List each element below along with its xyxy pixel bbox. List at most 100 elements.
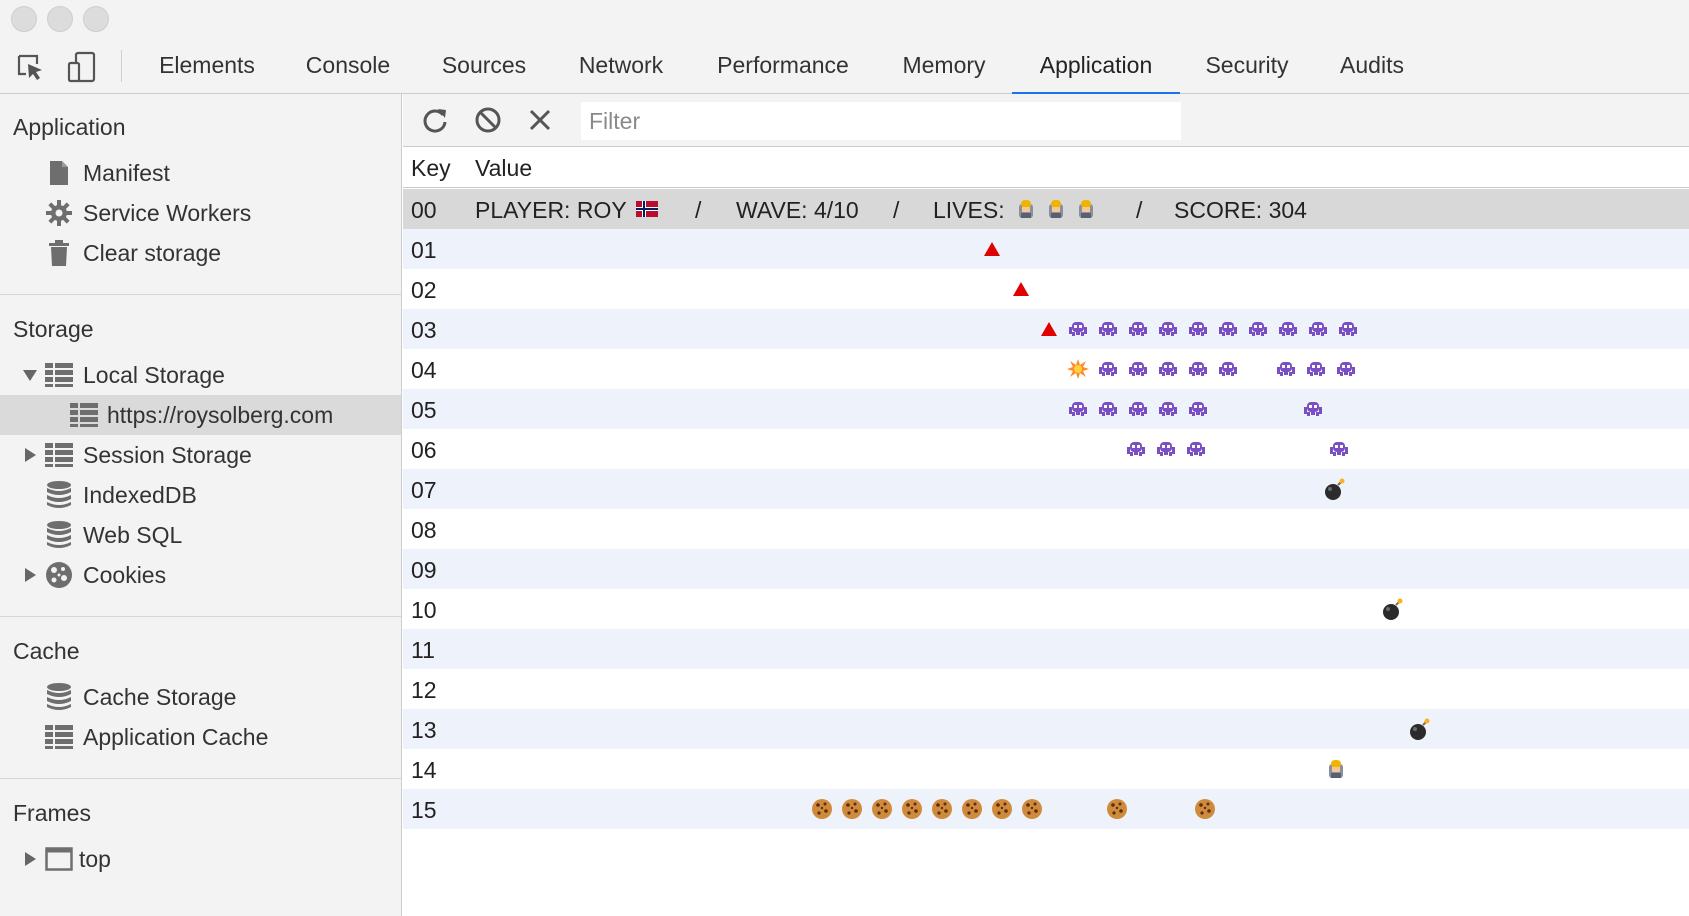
toolbar-divider (121, 50, 122, 82)
bomb-icon (1408, 718, 1430, 740)
alien-monster-icon (1277, 318, 1299, 340)
cookie-icon (1021, 798, 1043, 820)
sidebar-item-indexeddb[interactable]: IndexedDB (0, 475, 401, 515)
lives-label: LIVES: (933, 197, 1005, 223)
table-row[interactable]: 09 (403, 549, 1689, 589)
table-grid-icon (44, 360, 74, 390)
tab-sources[interactable]: Sources (416, 36, 552, 94)
tab-network[interactable]: Network (552, 36, 690, 94)
row-key: 06 (411, 437, 437, 463)
bomb-icon (1381, 598, 1403, 620)
sidebar-item-cache-storage[interactable]: Cache Storage (0, 677, 401, 717)
player-ship-icon (1015, 198, 1037, 220)
cookie-icon (1194, 798, 1216, 820)
cookie-icon (871, 798, 893, 820)
filter-input[interactable] (581, 102, 1181, 140)
player-ship-icon (1325, 758, 1347, 780)
separator: / (695, 197, 702, 223)
sidebar-item-frame-top[interactable]: top (0, 839, 401, 879)
table-row[interactable]: 08 (403, 509, 1689, 549)
window-title-bar (0, 0, 1689, 36)
alien-monster-icon (1217, 358, 1239, 380)
device-toolbar-icon[interactable] (65, 50, 99, 84)
cookie-icon (961, 798, 983, 820)
sidebar-item-clear-storage[interactable]: Clear storage (0, 233, 401, 273)
table-row[interactable]: 02 (403, 269, 1689, 309)
table-row[interactable]: 12 (403, 669, 1689, 709)
cookie-icon (841, 798, 863, 820)
expand-arrow-right-icon[interactable] (22, 447, 38, 463)
expand-arrow-down-icon[interactable] (22, 367, 38, 383)
gear-icon (44, 198, 74, 228)
sidebar-item-application-cache[interactable]: Application Cache (0, 717, 401, 757)
alien-monster-icon (1127, 398, 1149, 420)
sidebar-item-label: Cache Storage (83, 684, 237, 710)
table-row[interactable]: 10 (403, 589, 1689, 629)
sidebar-item-local-storage[interactable]: Local Storage (0, 355, 401, 395)
tab-security[interactable]: Security (1180, 36, 1314, 94)
row-key: 02 (411, 277, 437, 303)
table-row[interactable]: 06 (403, 429, 1689, 469)
tab-performance[interactable]: Performance (690, 36, 876, 94)
close-window-button[interactable] (11, 6, 37, 32)
sidebar-item-manifest[interactable]: Manifest (0, 153, 401, 193)
row-key: 09 (411, 557, 437, 583)
alien-monster-icon (1155, 438, 1177, 460)
row-key: 10 (411, 597, 437, 623)
inspect-element-icon[interactable] (13, 50, 47, 84)
sidebar-item-label: Local Storage (83, 362, 225, 388)
frame-window-icon (44, 844, 74, 874)
sidebar-item-websql[interactable]: Web SQL (0, 515, 401, 555)
row-key: 00 (411, 197, 437, 223)
section-title-storage: Storage (13, 316, 94, 342)
table-row[interactable]: 13 (403, 709, 1689, 749)
alien-monster-icon (1127, 318, 1149, 340)
database-icon (44, 520, 74, 550)
norway-flag-icon (636, 201, 658, 217)
storage-data-grid: Key Value 00 PLAYER: ROY / WAVE: 4/10 / … (403, 147, 1689, 916)
table-row[interactable]: 14 (403, 749, 1689, 789)
tab-application[interactable]: Application (1012, 36, 1180, 95)
tab-memory[interactable]: Memory (876, 36, 1012, 94)
sidebar-item-cookies[interactable]: Cookies (0, 555, 401, 595)
clear-all-icon[interactable] (472, 104, 504, 136)
delete-selected-icon[interactable] (524, 104, 556, 136)
zoom-window-button[interactable] (83, 6, 109, 32)
table-row[interactable]: 01 (403, 229, 1689, 269)
table-row[interactable]: 05 (403, 389, 1689, 429)
sidebar-item-label: Service Workers (83, 200, 252, 226)
column-header-key[interactable]: Key (411, 155, 451, 182)
alien-monster-icon (1097, 318, 1119, 340)
sidebar-item-label: Manifest (83, 160, 170, 186)
sidebar-item-label: Session Storage (83, 442, 252, 468)
separator: / (1136, 197, 1143, 223)
cookie-icon (931, 798, 953, 820)
table-row[interactable]: 04 (403, 349, 1689, 389)
alien-monster-icon (1217, 318, 1239, 340)
minimize-window-button[interactable] (47, 6, 73, 32)
column-header-value[interactable]: Value (475, 155, 532, 182)
sidebar-item-label: Application Cache (83, 724, 269, 750)
alien-monster-icon (1187, 398, 1209, 420)
table-row[interactable]: 07 (403, 469, 1689, 509)
tab-console[interactable]: Console (280, 36, 416, 94)
sidebar-item-service-workers[interactable]: Service Workers (0, 193, 401, 233)
row-key: 11 (411, 637, 435, 663)
table-row[interactable]: 00 PLAYER: ROY / WAVE: 4/10 / LIVES: / S… (403, 189, 1689, 229)
sidebar-item-label: https://roysolberg.com (107, 402, 334, 428)
table-row[interactable]: 03 (403, 309, 1689, 349)
refresh-icon[interactable] (419, 104, 451, 136)
expand-arrow-right-icon[interactable] (22, 851, 38, 867)
alien-monster-icon (1247, 318, 1269, 340)
row-key: 03 (411, 317, 437, 343)
sidebar-item-label: Cookies (83, 562, 167, 588)
alien-monster-icon (1305, 358, 1327, 380)
tab-elements[interactable]: Elements (134, 36, 280, 94)
alien-monster-icon (1275, 358, 1297, 380)
table-row[interactable]: 11 (403, 629, 1689, 669)
table-row[interactable]: 15 (403, 789, 1689, 829)
expand-arrow-right-icon[interactable] (22, 567, 38, 583)
sidebar-item-session-storage[interactable]: Session Storage (0, 435, 401, 475)
sidebar-item-local-origin[interactable]: https://roysolberg.com (0, 395, 401, 435)
tab-audits[interactable]: Audits (1314, 36, 1430, 94)
